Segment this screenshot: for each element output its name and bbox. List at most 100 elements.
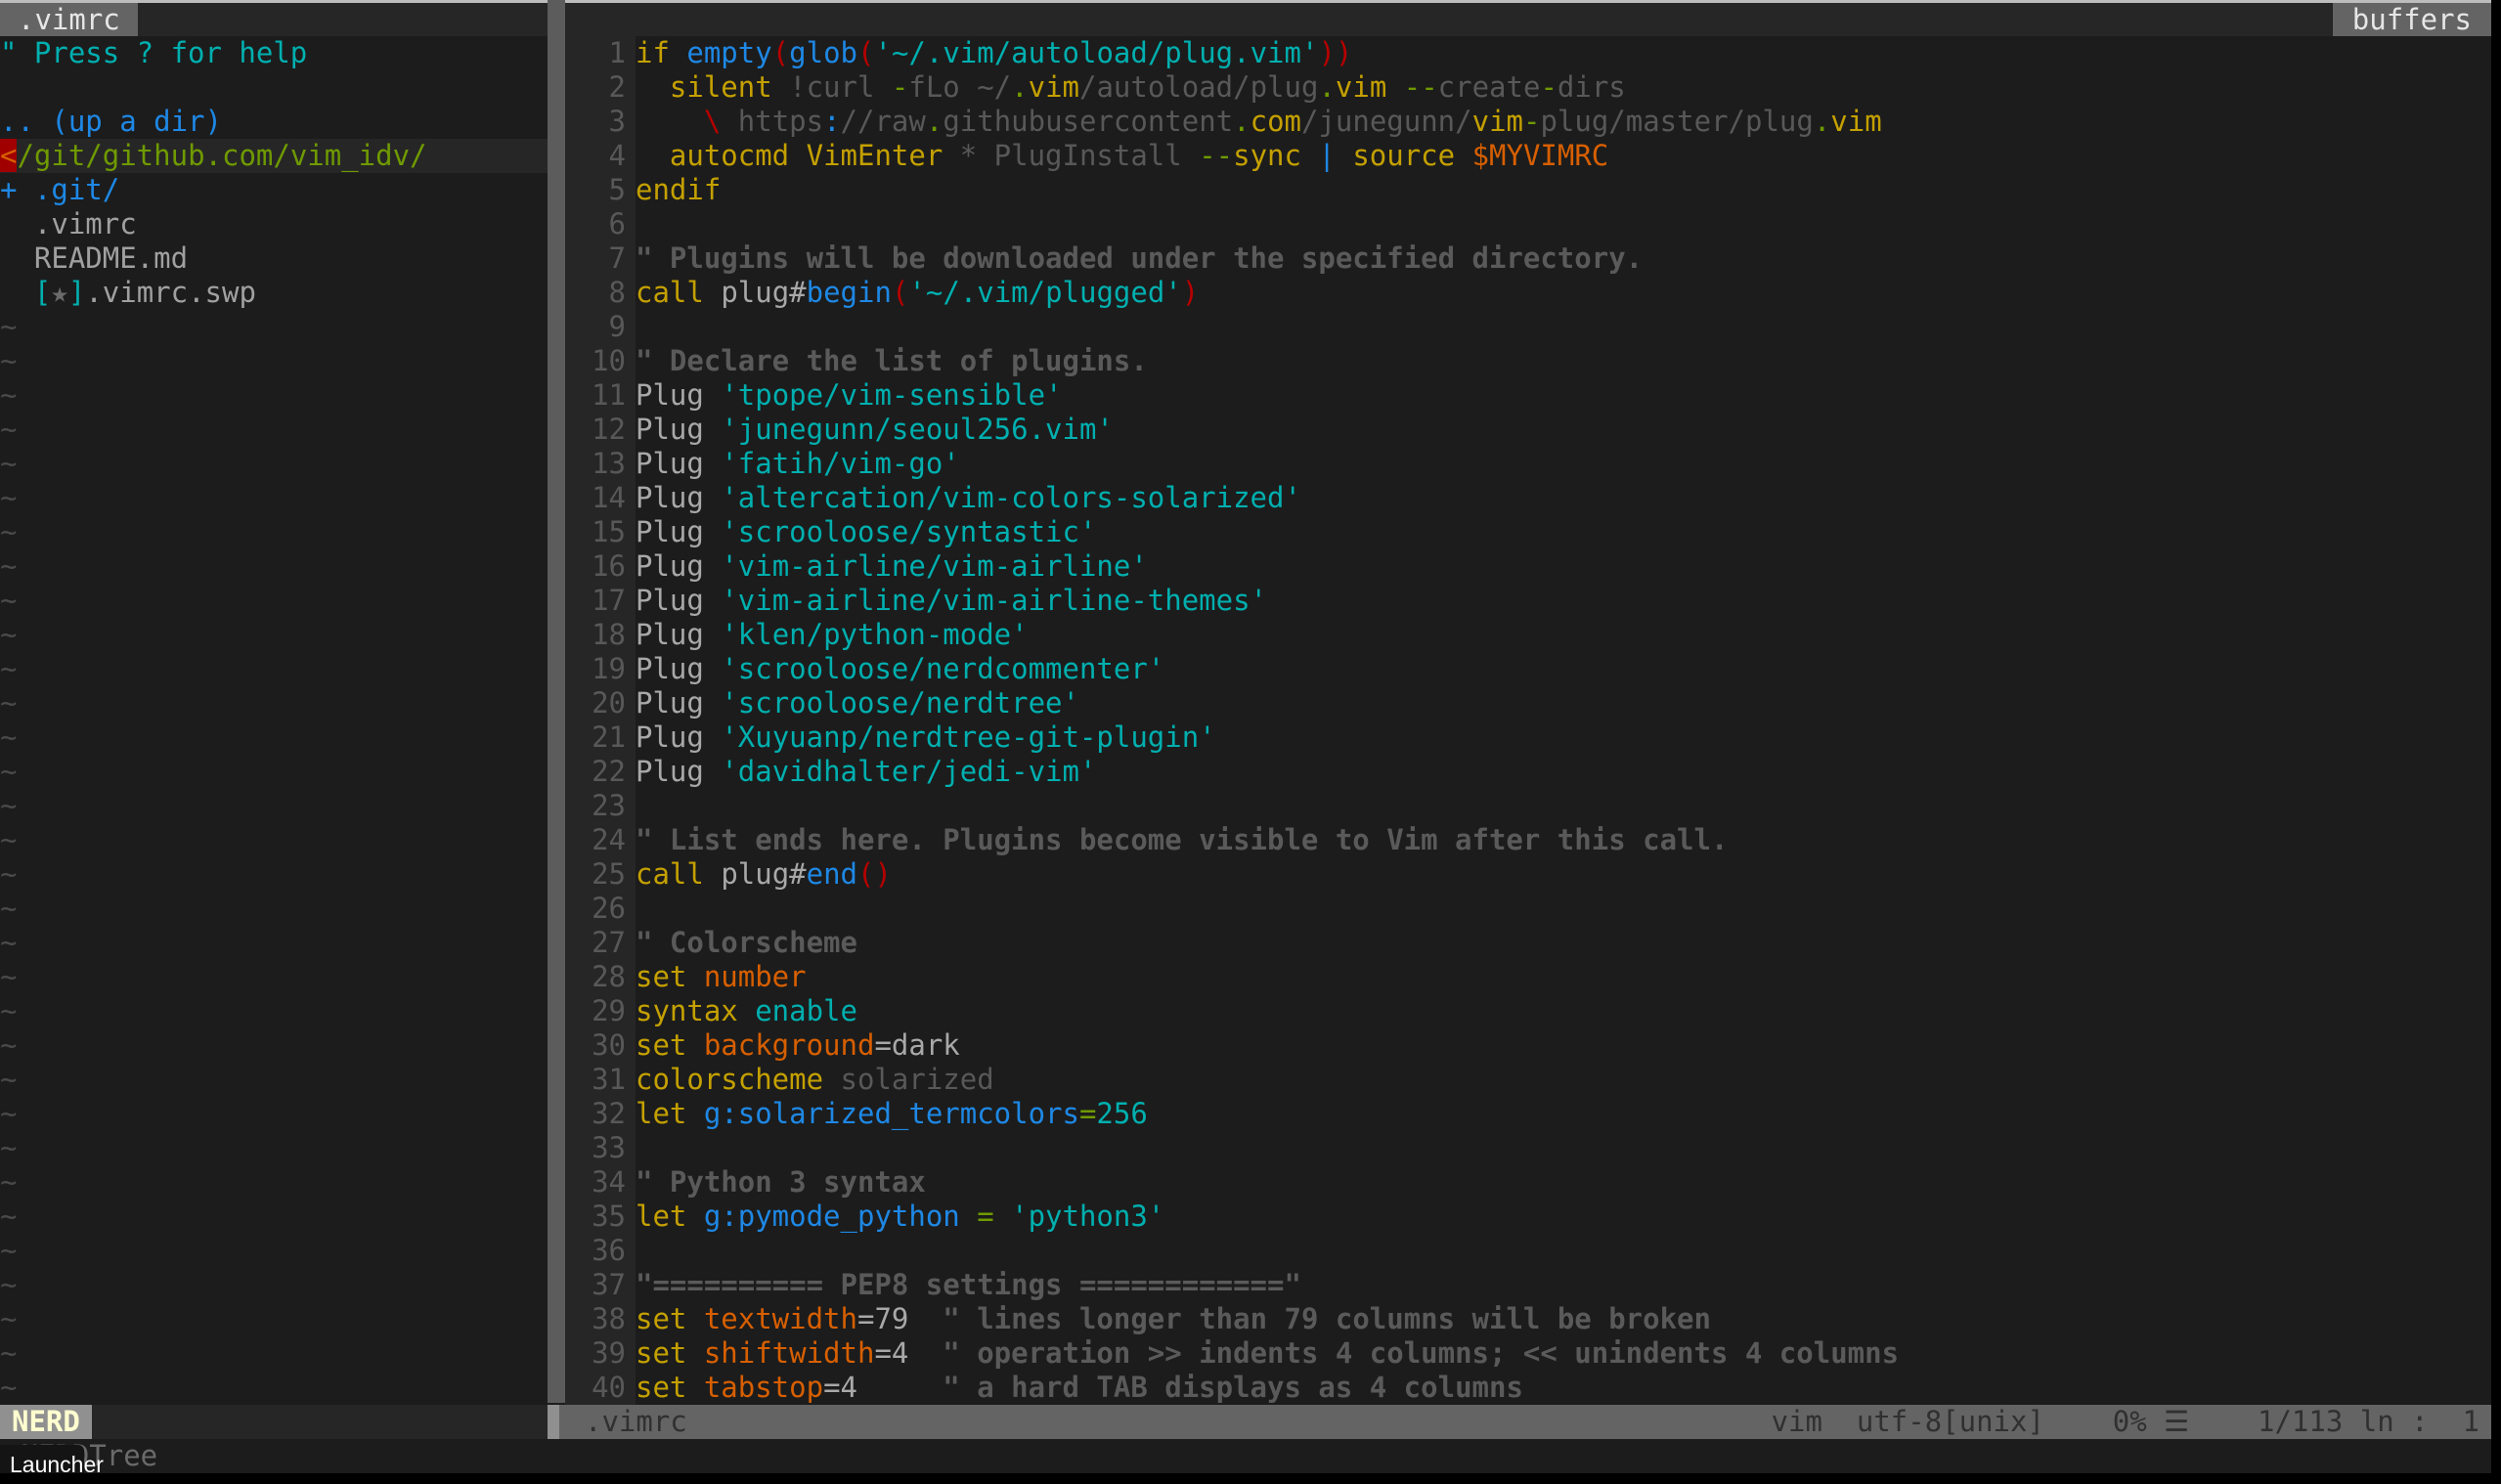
code-line[interactable]: \ https://raw.githubusercontent.com/june… xyxy=(636,105,2491,139)
code-line[interactable]: call plug#begin('~/.vim/plugged') xyxy=(636,276,2491,310)
command-line[interactable]: :NERDTree xyxy=(0,1439,2491,1473)
cwd-marker: < xyxy=(0,139,18,172)
code-buffer[interactable]: if empty(glob('~/.vim/autoload/plug.vim'… xyxy=(636,36,2491,1405)
code-line[interactable]: " Colorscheme xyxy=(636,926,2491,960)
expand-icon: + xyxy=(0,173,34,206)
empty-line-tilde: ~ xyxy=(0,686,18,720)
nerdtree-cwd[interactable]: </git/github.com/vim_idv/ xyxy=(0,139,548,173)
line-number: 17 xyxy=(592,584,626,617)
code-line[interactable]: set tabstop=4 " a hard TAB displays as 4… xyxy=(636,1371,2491,1405)
empty-line-tilde: ~ xyxy=(0,1131,18,1164)
code-line[interactable]: Plug 'davidhalter/jedi-vim' xyxy=(636,755,2491,789)
code-line[interactable]: Plug 'junegunn/seoul256.vim' xyxy=(636,413,2491,447)
vertical-split-separator[interactable] xyxy=(548,0,565,1403)
empty-line-tilde: ~ xyxy=(0,1234,18,1267)
tree-entry-vimrc[interactable]: .vimrc xyxy=(0,207,548,241)
code-line[interactable]: " Plugins will be downloaded under the s… xyxy=(636,241,2491,276)
code-line[interactable]: Plug 'Xuyuanp/nerdtree-git-plugin' xyxy=(636,720,2491,755)
code-token: solarized xyxy=(840,1063,994,1096)
code-line[interactable] xyxy=(636,892,2491,926)
code-line[interactable]: Plug 'scrooloose/nerdcommenter' xyxy=(636,652,2491,686)
nerdtree-up-dir[interactable]: .. (up a dir) xyxy=(0,105,548,139)
code-token: =79 xyxy=(856,1302,943,1335)
code-token: endif xyxy=(636,173,722,206)
code-line[interactable]: " List ends here. Plugins become visible… xyxy=(636,823,2491,857)
code-token: 'davidhalter/jedi-vim' xyxy=(721,755,1097,788)
code-token: 'tpope/vim-sensible' xyxy=(721,378,1063,412)
code-token: 'scrooloose/nerdtree' xyxy=(721,686,1079,720)
code-line[interactable]: if empty(glob('~/.vim/autoload/plug.vim'… xyxy=(636,36,2491,70)
code-line[interactable] xyxy=(636,1234,2491,1268)
code-line[interactable]: let g:solarized_termcolors=256 xyxy=(636,1097,2491,1131)
code-token: //raw xyxy=(840,105,926,138)
code-line[interactable]: let g:pymode_python = 'python3' xyxy=(636,1200,2491,1234)
code-line[interactable]: set background=dark xyxy=(636,1028,2491,1063)
line-number: 8 xyxy=(608,276,626,309)
code-line[interactable]: Plug 'altercation/vim-colors-solarized' xyxy=(636,481,2491,515)
code-token: glob xyxy=(789,36,858,69)
code-line[interactable]: set shiftwidth=4 " operation >> indents … xyxy=(636,1336,2491,1371)
code-line[interactable]: silent !curl -fLo ~/.vim/autoload/plug.v… xyxy=(636,70,2491,105)
code-line[interactable]: Plug 'tpope/vim-sensible' xyxy=(636,378,2491,413)
code-token: "========== PEP8 settings ============" xyxy=(636,1268,1301,1301)
code-line[interactable]: Plug 'vim-airline/vim-airline-themes' xyxy=(636,584,2491,618)
empty-line-tilde: ~ xyxy=(0,1165,18,1199)
code-line[interactable]: endif xyxy=(636,173,2491,207)
line-number: 22 xyxy=(592,755,626,788)
tree-entry-git-dir[interactable]: + .git/ xyxy=(0,173,548,207)
tree-entry-readme[interactable]: README.md xyxy=(0,241,548,276)
code-line[interactable]: Plug 'scrooloose/syntastic' xyxy=(636,515,2491,549)
code-line[interactable]: Plug 'scrooloose/nerdtree' xyxy=(636,686,2491,720)
code-line[interactable]: colorscheme solarized xyxy=(636,1063,2491,1097)
code-line[interactable] xyxy=(636,310,2491,344)
code-token: dirs xyxy=(1557,70,1626,104)
code-line[interactable] xyxy=(636,207,2491,241)
code-token: set xyxy=(636,960,704,993)
code-token: " Declare the list of plugins. xyxy=(636,344,1148,377)
code-line[interactable]: "========== PEP8 settings ============" xyxy=(636,1268,2491,1302)
empty-line-tilde: ~ xyxy=(0,378,18,412)
code-line[interactable]: set textwidth=79 " lines longer than 79 … xyxy=(636,1302,2491,1336)
line-number: 9 xyxy=(608,310,626,343)
code-token: g:pymode_python xyxy=(703,1200,978,1233)
code-token: : xyxy=(823,105,841,138)
tree-entry-vimrc-swp[interactable]: [★].vimrc.swp xyxy=(0,276,548,310)
code-line[interactable]: syntax enable xyxy=(636,994,2491,1028)
line-number: 19 xyxy=(592,652,626,685)
code-token: vim xyxy=(1830,105,1882,138)
line-number: 4 xyxy=(608,139,626,172)
code-line[interactable] xyxy=(636,1131,2491,1165)
code-token: Plug xyxy=(636,378,722,412)
code-token: \ xyxy=(703,105,722,138)
code-token: colorscheme xyxy=(636,1063,841,1096)
code-token: 'altercation/vim-colors-solarized' xyxy=(721,481,1301,514)
code-line[interactable]: " Python 3 syntax xyxy=(636,1165,2491,1200)
code-line[interactable]: set number xyxy=(636,960,2491,994)
nerdtree-pane[interactable]: " Press ? for help .. (up a dir) </git/g… xyxy=(0,36,548,1405)
code-token: com xyxy=(1250,105,1301,138)
code-line[interactable]: Plug 'klen/python-mode' xyxy=(636,618,2491,652)
code-token: ) xyxy=(1181,276,1200,309)
tab-vimrc[interactable]: .vimrc xyxy=(0,3,138,36)
code-line[interactable]: call plug#end() xyxy=(636,857,2491,892)
code-line[interactable]: Plug 'fatih/vim-go' xyxy=(636,447,2491,481)
code-line[interactable]: autocmd VimEnter * PlugInstall --sync | … xyxy=(636,139,2491,173)
code-token: Plug xyxy=(636,481,722,514)
code-line[interactable] xyxy=(636,789,2491,823)
entry-indent xyxy=(0,241,34,275)
code-token: 'scrooloose/syntastic' xyxy=(721,515,1097,548)
code-token: Plug xyxy=(636,584,722,617)
empty-line-tilde: ~ xyxy=(0,515,18,548)
code-token: /autoload/plug xyxy=(1079,70,1319,104)
code-token: plug/master/plug xyxy=(1540,105,1814,138)
code-token: " operation >> indents 4 columns; << uni… xyxy=(943,1336,1900,1370)
code-token: call xyxy=(636,276,722,309)
buffers-label[interactable]: buffers xyxy=(2332,3,2491,36)
code-token: - xyxy=(891,70,909,104)
line-number: 33 xyxy=(592,1131,626,1164)
code-line[interactable]: " Declare the list of plugins. xyxy=(636,344,2491,378)
code-line[interactable]: Plug 'vim-airline/vim-airline' xyxy=(636,549,2491,584)
line-number: 37 xyxy=(592,1268,626,1301)
code-token: shiftwidth xyxy=(703,1336,875,1370)
empty-line-tilde: ~ xyxy=(0,857,18,891)
